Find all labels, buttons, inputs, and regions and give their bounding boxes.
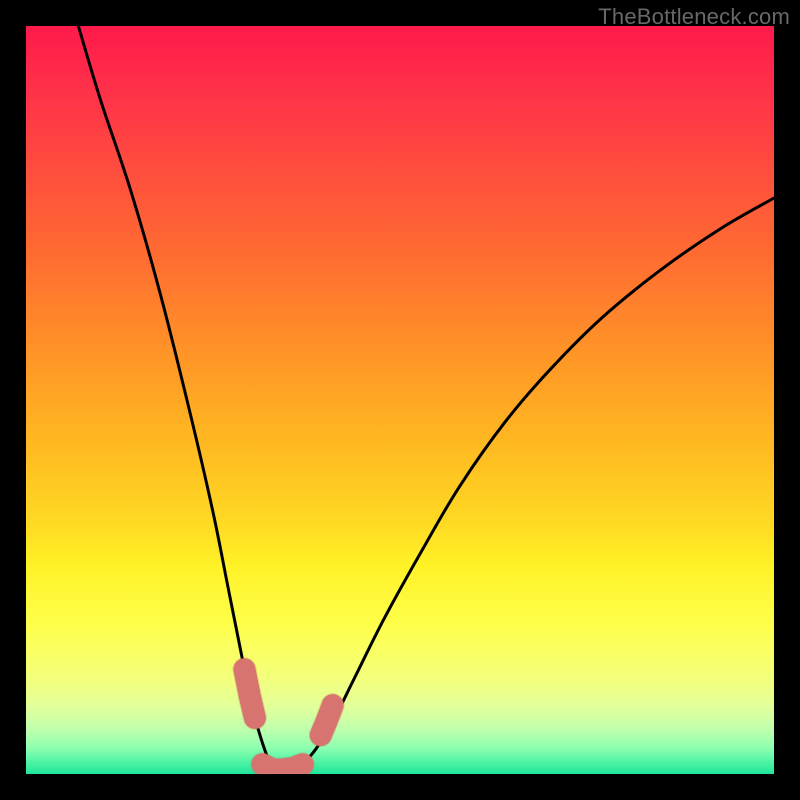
watermark-text: TheBottleneck.com <box>598 4 790 30</box>
marker-segment-0 <box>244 669 254 718</box>
plot-area <box>26 26 774 774</box>
plot-inner <box>26 26 774 774</box>
chart-frame: TheBottleneck.com <box>0 0 800 800</box>
marker-segment-1 <box>262 764 302 769</box>
chart-svg <box>26 26 774 774</box>
gradient-background <box>26 26 774 774</box>
marker-segment-2 <box>321 705 333 735</box>
